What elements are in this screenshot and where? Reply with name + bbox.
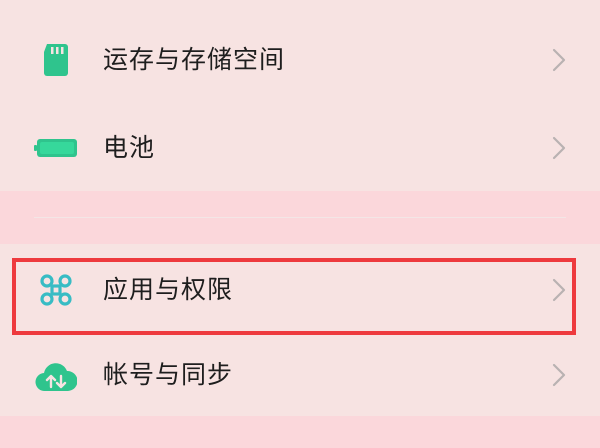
chevron-right-icon	[548, 360, 570, 390]
settings-item-label: 帐号与同步	[103, 360, 234, 389]
settings-item-account-sync[interactable]: 帐号与同步	[0, 336, 600, 416]
chevron-right-icon	[548, 133, 570, 163]
settings-item-label: 应用与权限	[103, 275, 234, 304]
section-gap	[0, 416, 600, 448]
chevron-right-icon	[548, 275, 570, 305]
chevron-right-icon	[548, 45, 570, 75]
settings-item-label: 电池	[103, 133, 156, 162]
divider	[34, 217, 566, 218]
battery-icon	[34, 126, 78, 170]
settings-item-label: 运存与存储空间	[103, 45, 286, 74]
settings-item-apps-permissions[interactable]: 应用与权限	[0, 244, 600, 336]
settings-item-battery[interactable]: 电池	[0, 123, 600, 191]
sd-card-icon	[34, 38, 78, 82]
cloud-sync-icon	[34, 354, 78, 398]
settings-item-storage[interactable]: 运存与存储空间	[0, 0, 600, 123]
command-icon	[34, 268, 78, 312]
